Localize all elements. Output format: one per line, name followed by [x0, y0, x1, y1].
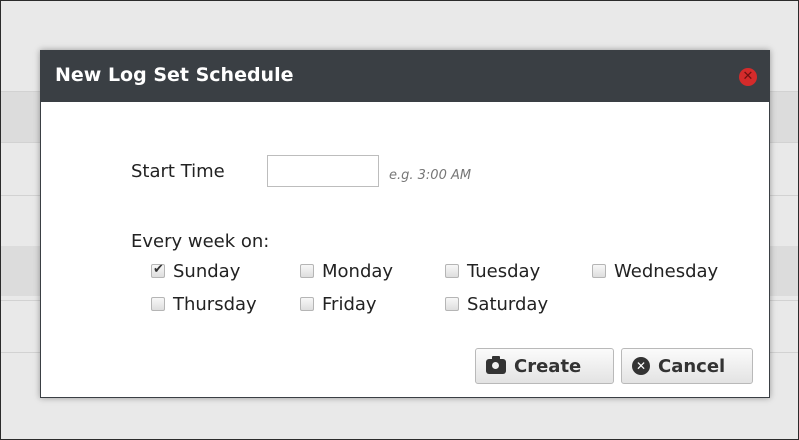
- start-time-input[interactable]: [267, 155, 379, 187]
- day-option-thursday[interactable]: Thursday: [151, 292, 257, 316]
- monday-checkbox[interactable]: [300, 264, 314, 278]
- start-time-label: Start Time: [131, 161, 225, 182]
- every-week-label: Every week on:: [131, 231, 270, 252]
- tuesday-checkbox[interactable]: [445, 264, 459, 278]
- day-label: Tuesday: [467, 260, 541, 282]
- day-label: Sunday: [173, 260, 241, 282]
- day-option-friday[interactable]: Friday: [300, 292, 377, 316]
- day-option-sunday[interactable]: Sunday: [151, 259, 240, 283]
- start-time-hint: e.g. 3:00 AM: [389, 168, 472, 183]
- dialog-titlebar[interactable]: New Log Set Schedule ✕: [41, 51, 769, 102]
- day-option-tuesday[interactable]: Tuesday: [445, 259, 540, 283]
- new-log-set-schedule-dialog: New Log Set Schedule ✕ Start Time e.g. 3…: [40, 50, 770, 398]
- create-button-label: Create: [514, 355, 582, 377]
- friday-checkbox[interactable]: [300, 297, 314, 311]
- day-option-saturday[interactable]: Saturday: [445, 292, 548, 316]
- cancel-button-label: Cancel: [658, 355, 726, 377]
- wednesday-checkbox[interactable]: [592, 264, 606, 278]
- camera-icon: [486, 355, 506, 374]
- day-option-wednesday[interactable]: Wednesday: [592, 259, 718, 283]
- close-icon[interactable]: ✕: [739, 68, 757, 86]
- day-label: Thursday: [173, 293, 257, 315]
- x-circle-icon: ✕: [632, 357, 650, 375]
- day-label: Wednesday: [614, 260, 719, 282]
- day-option-monday[interactable]: Monday: [300, 259, 393, 283]
- day-label: Monday: [322, 260, 394, 282]
- create-button[interactable]: Create: [475, 348, 614, 384]
- day-label: Saturday: [467, 293, 549, 315]
- dialog-title: New Log Set Schedule: [55, 64, 294, 86]
- thursday-checkbox[interactable]: [151, 297, 165, 311]
- day-label: Friday: [322, 293, 377, 315]
- sunday-checkbox[interactable]: [151, 262, 165, 278]
- saturday-checkbox[interactable]: [445, 297, 459, 311]
- cancel-button[interactable]: ✕ Cancel: [621, 348, 753, 384]
